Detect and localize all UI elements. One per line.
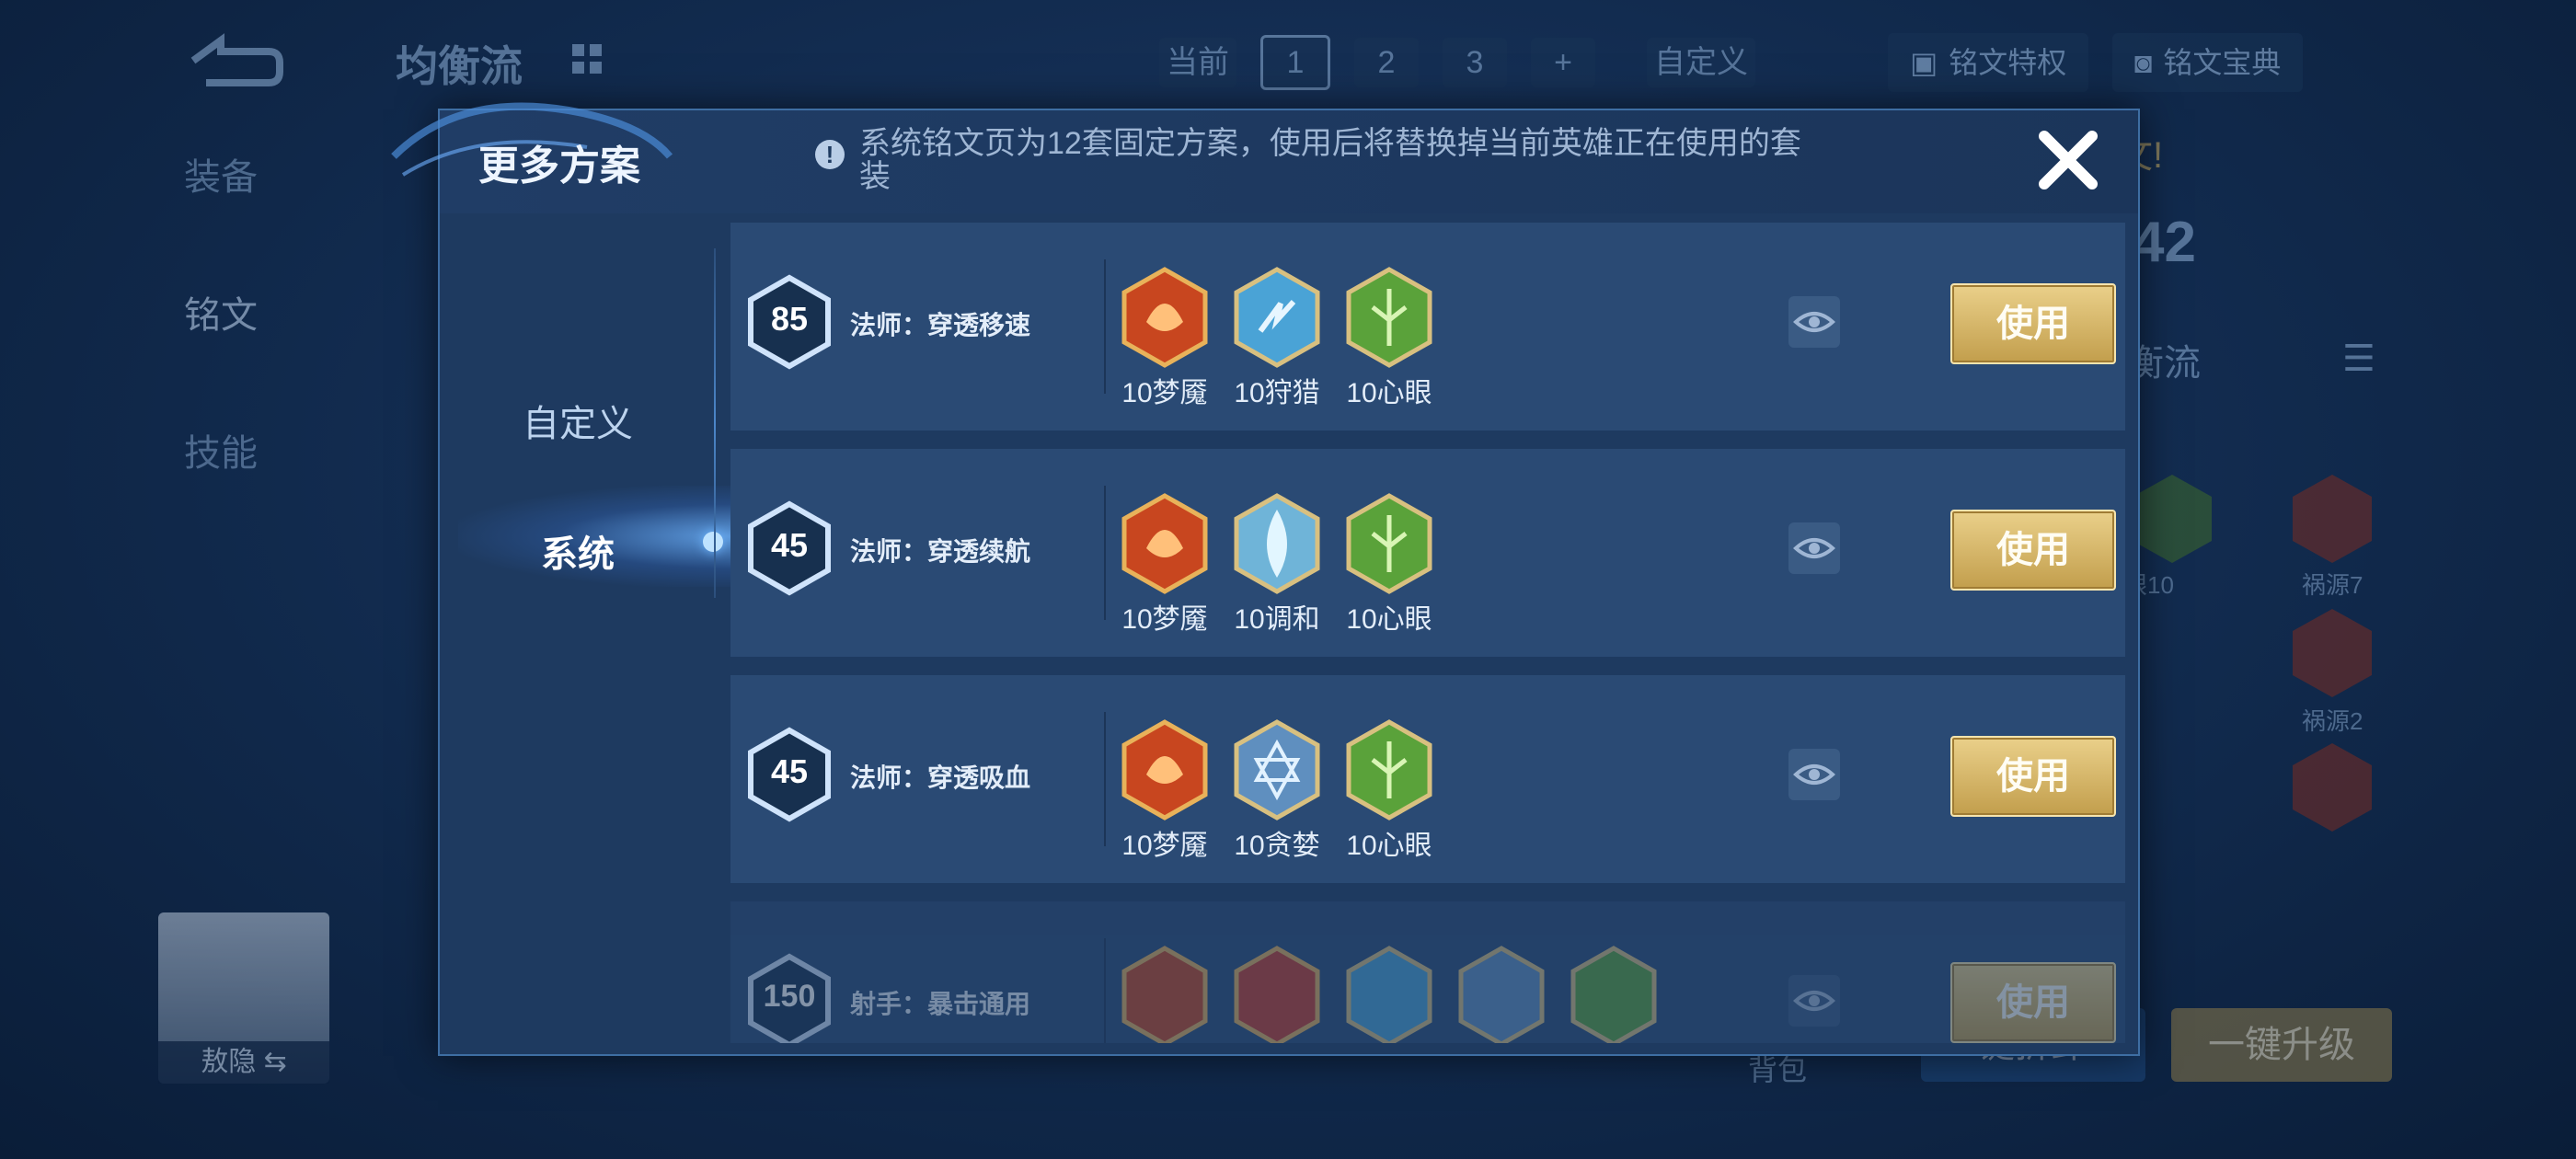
use-button[interactable]: 使用 — [1950, 283, 2116, 364]
plan-name: 法师：穿透吸血 — [850, 763, 1031, 792]
blue-greed-icon — [1234, 719, 1320, 820]
rune-icon — [1458, 946, 1545, 1043]
rune-label: 10梦魇 — [1121, 604, 1208, 635]
plan-level: 150 — [763, 979, 816, 1014]
grid-icon[interactable] — [570, 42, 604, 75]
eye-icon — [1793, 991, 1835, 1011]
plan-name: 射手：暴击通用 — [850, 990, 1031, 1018]
rune-icon — [1346, 946, 1432, 1043]
rune-privilege-label: 铭文特权 — [1949, 46, 2067, 79]
page-switcher: 当前 1 2 3 + 自定义 — [1159, 35, 1755, 90]
row-divider — [1104, 486, 1106, 620]
use-button[interactable]: 使用 — [1950, 510, 2116, 591]
rune-label: 10贪婪 — [1234, 831, 1320, 861]
preview-button[interactable] — [1788, 522, 1840, 574]
eye-icon — [1793, 312, 1835, 332]
custom-button[interactable]: 自定义 — [1647, 38, 1755, 87]
green-insight-icon — [1346, 719, 1432, 820]
plan-name: 法师：穿透续航 — [850, 537, 1031, 566]
rune-icon — [1234, 946, 1320, 1043]
current-page-label: 当前 — [1159, 38, 1236, 87]
blue-hunt-icon — [1234, 267, 1320, 368]
active-tab-dot-icon — [703, 532, 723, 552]
red-nightmare-icon — [1121, 267, 1208, 368]
preview-button[interactable] — [1788, 749, 1840, 800]
rune-icon — [1121, 946, 1208, 1043]
upgrade-all-button[interactable]: 一键升级 — [2171, 1008, 2392, 1082]
page-tab-1[interactable]: 1 — [1260, 35, 1330, 90]
rune-label: 10调和 — [1234, 604, 1320, 635]
menu-icon[interactable]: ☰ — [2342, 340, 2379, 377]
page-title: 均衡流 — [396, 42, 523, 90]
rune-slot-icon[interactable] — [2293, 743, 2372, 832]
rune-label: 10心眼 — [1346, 604, 1432, 635]
back-arrow-icon[interactable] — [184, 33, 285, 88]
book-icon: ▣ — [1910, 46, 1938, 79]
plan-name: 法师：穿透移速 — [850, 311, 1031, 339]
page-tab-3[interactable]: 3 — [1443, 38, 1507, 87]
preview-button[interactable] — [1788, 296, 1840, 348]
tab-divider — [714, 248, 716, 598]
rune-label: 10心眼 — [1346, 378, 1432, 408]
rune-slot-icon[interactable] — [2293, 609, 2372, 697]
side-nav-equipment[interactable]: 装备 — [184, 147, 258, 201]
green-insight-icon — [1346, 493, 1432, 594]
rune-level: 42 — [2133, 211, 2196, 274]
tab-custom[interactable]: 自定义 — [440, 394, 716, 447]
rune-guide-label: 铭文宝典 — [2163, 46, 2282, 79]
hero-name[interactable]: 敖隐 ⇆ — [158, 1041, 329, 1084]
red-nightmare-icon — [1121, 719, 1208, 820]
eye-icon — [1793, 764, 1835, 785]
plan-row: 150 射手：暴击通用 使用 — [730, 901, 2125, 1043]
row-divider — [1104, 712, 1106, 846]
side-nav: 装备 铭文 技能 — [184, 147, 258, 561]
side-nav-skills[interactable]: 技能 — [184, 423, 258, 476]
rune-label: 10梦魇 — [1121, 378, 1208, 408]
hero-name-text: 敖隐 — [201, 1047, 257, 1077]
tab-system[interactable]: 系统 — [440, 524, 716, 578]
page-tab-2[interactable]: 2 — [1354, 38, 1419, 87]
plan-tabs: 自定义 系统 — [440, 213, 734, 1054]
eye-icon — [1793, 538, 1835, 558]
info-icon: ! — [815, 140, 845, 169]
rune-slot-icon[interactable] — [2293, 475, 2372, 563]
use-button[interactable]: 使用 — [1950, 962, 2116, 1043]
dialog-info-text: 系统铭文页为12套固定方案，使用后将替换掉当前英雄正在使用的套装 — [859, 126, 1801, 194]
rune-privilege-button[interactable]: ▣ 铭文特权 — [1888, 33, 2089, 92]
swap-icon: ⇆ — [263, 1047, 287, 1077]
rune-slot-label: 祸源7 — [2302, 571, 2363, 599]
preview-button[interactable] — [1788, 975, 1840, 1027]
close-icon[interactable] — [2031, 123, 2105, 197]
plan-level: 85 — [770, 300, 809, 338]
plan-level: 45 — [770, 526, 809, 564]
plan-row: 45 法师：穿透续航 10梦魇 10调和 10心眼 使用 — [730, 449, 2125, 657]
guide-icon: ◙ — [2134, 46, 2153, 79]
plan-list[interactable]: 85 法师：穿透移速 10梦魇 10狩猎 10心眼 使用 45 法师：穿透续航 … — [730, 223, 2125, 1043]
add-page-button[interactable]: + — [1531, 38, 1595, 87]
side-nav-runes[interactable]: 铭文 — [184, 285, 258, 339]
plan-row: 45 法师：穿透吸血 10梦魇 10贪婪 10心眼 使用 — [730, 675, 2125, 883]
rune-slot-label: 祸源2 — [2302, 707, 2363, 735]
plan-row: 85 法师：穿透移速 10梦魇 10狩猎 10心眼 使用 — [730, 223, 2125, 430]
blue-harmony-icon — [1234, 493, 1320, 594]
rune-slot-icon[interactable] — [2133, 475, 2212, 563]
green-insight-icon — [1346, 267, 1432, 368]
rune-label: 10狩猎 — [1234, 378, 1320, 408]
rune-guide-button[interactable]: ◙ 铭文宝典 — [2112, 33, 2304, 92]
dialog-title: 更多方案 — [478, 143, 640, 189]
rune-icon — [1570, 946, 1657, 1043]
red-nightmare-icon — [1121, 493, 1208, 594]
more-plans-dialog: 更多方案 ! 系统铭文页为12套固定方案，使用后将替换掉当前英雄正在使用的套装 … — [391, 102, 2140, 1056]
row-divider — [1104, 938, 1106, 1043]
rune-label: 10梦魇 — [1121, 831, 1208, 861]
rune-label: 10心眼 — [1346, 831, 1432, 861]
row-divider — [1104, 259, 1106, 394]
use-button[interactable]: 使用 — [1950, 736, 2116, 817]
plan-level: 45 — [770, 752, 809, 790]
